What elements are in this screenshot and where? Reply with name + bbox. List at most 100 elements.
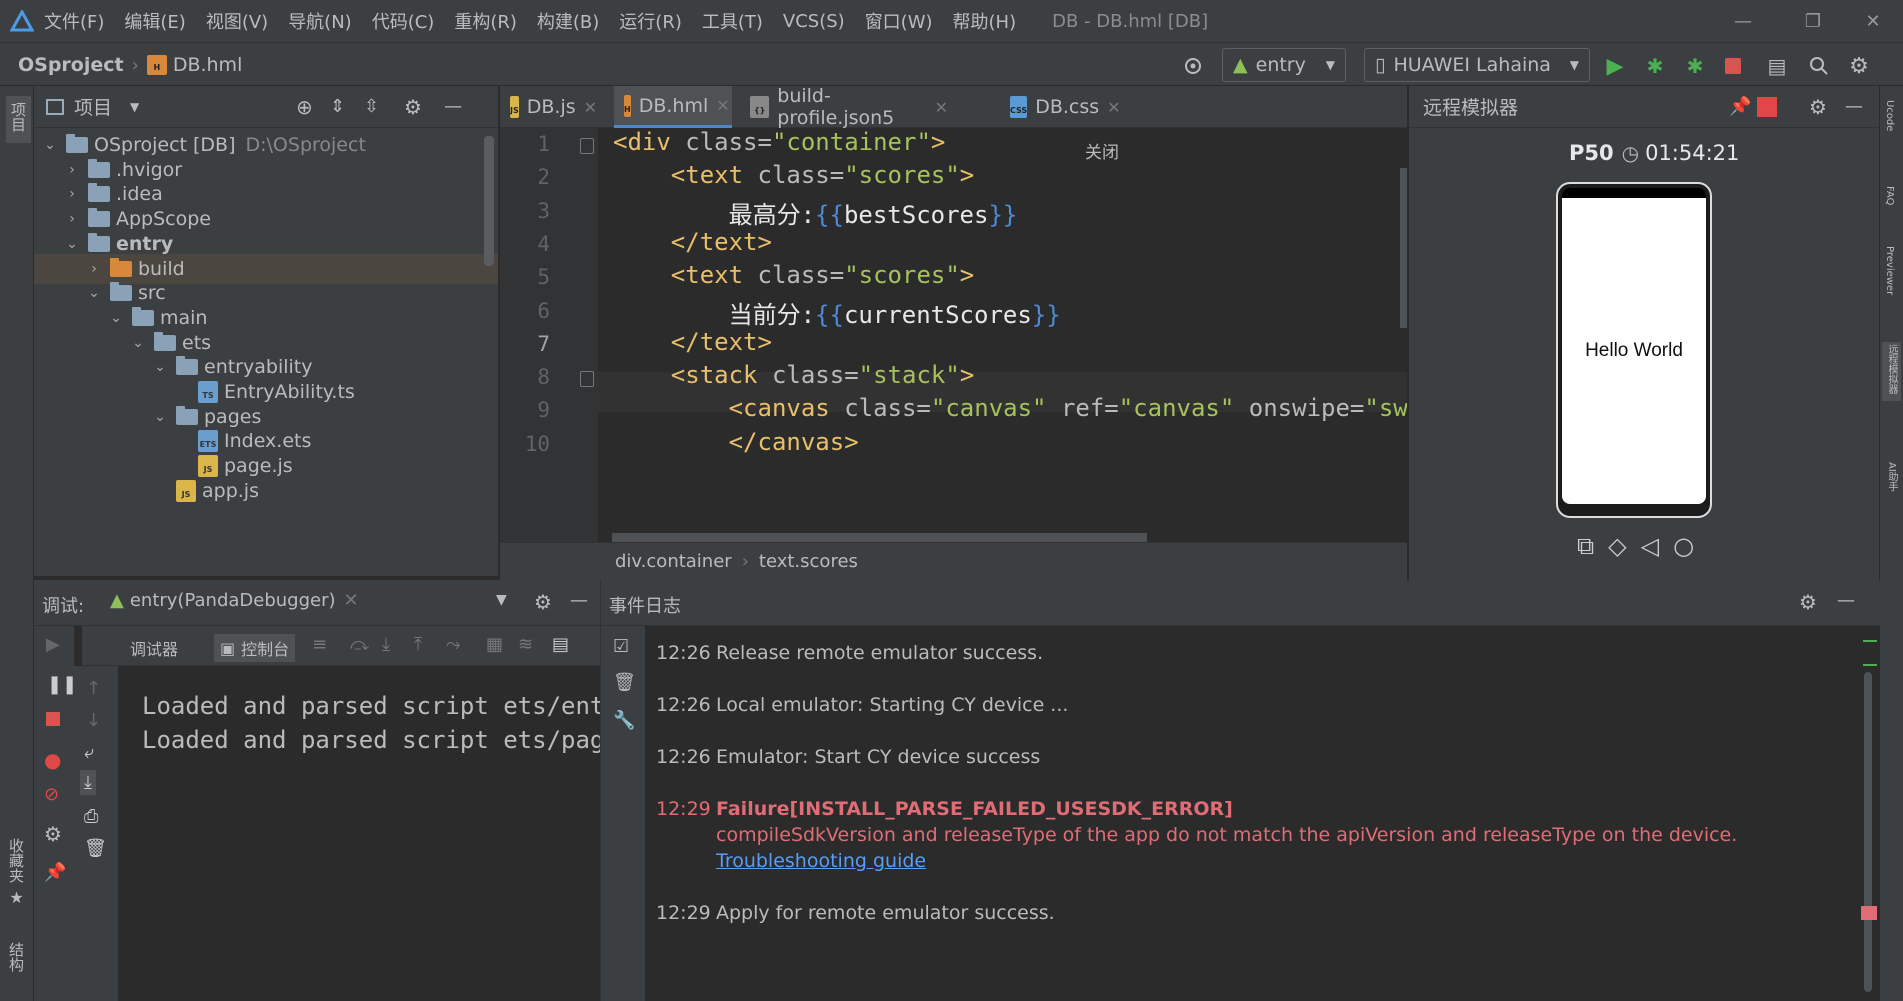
stop-emulator-icon[interactable] [1757,96,1777,117]
settings-gear-icon[interactable]: ⚙ [1799,590,1817,614]
menu-edit[interactable]: 编辑(E) [124,8,185,34]
right-tool-tab[interactable]: AI助手 [1884,462,1899,497]
tab-console[interactable]: ▣ 控制台 [214,634,296,662]
chevron-right-icon[interactable]: › [64,162,80,178]
evaluate-icon[interactable]: ▦ [486,634,503,655]
trash-icon[interactable]: 🗑 [613,672,636,693]
tab-db-css[interactable]: CSS DB.css ✕ [1000,86,1121,128]
chevron-down-icon[interactable]: ⌄ [42,137,58,153]
menu-view[interactable]: 视图(V) [206,8,268,34]
close-tab-icon[interactable]: ✕ [716,96,729,115]
step-out-icon[interactable]: ⤒ [414,634,422,655]
close-hint[interactable]: 关闭 [1085,138,1119,163]
down-arrow-icon[interactable]: ↓ [86,710,101,731]
favorites-tool-tab[interactable]: 收藏夹 ★ [6,838,27,907]
up-arrow-icon[interactable]: ↑ [86,678,101,699]
hide-panel-icon[interactable]: — [570,590,588,611]
trace-icon[interactable]: ≋ [518,634,533,655]
chevron-down-icon[interactable]: ⌄ [64,236,80,252]
device-select[interactable]: ▯ HUAWEI Lahaina ▼ [1364,48,1590,82]
screenshot-icon[interactable]: ⧉ [1577,532,1594,560]
close-tab-icon[interactable]: ✕ [1107,98,1120,117]
tab-db-hml[interactable]: H DB.hml ✕ [614,86,732,128]
run-to-cursor-icon[interactable]: ⤳ [446,634,460,655]
menu-help[interactable]: 帮助(H) [953,8,1017,34]
tab-debugger[interactable]: 调试器 [130,636,178,660]
resume-icon[interactable]: ▶ [46,634,60,655]
hide-panel-icon[interactable]: — [444,96,462,117]
attach-debugger-icon[interactable]: ✱ [1682,53,1708,79]
stop-icon[interactable] [1720,53,1746,79]
layout-icon[interactable]: ▤ [552,634,569,655]
trash-icon[interactable]: 🗑 [84,838,107,859]
target-icon[interactable] [1180,53,1206,79]
chevron-right-icon[interactable]: › [64,211,80,227]
settings-gear-icon[interactable]: ⚙ [1809,95,1827,119]
breadcrumb-item[interactable]: text.scores [759,551,858,572]
close-tab-icon[interactable]: ✕ [344,590,359,611]
run-icon[interactable]: ▶ [1602,53,1628,79]
chevron-down-icon[interactable]: ⌄ [152,409,168,425]
hide-panel-icon[interactable]: — [1845,96,1863,117]
breadcrumb-item[interactable]: div.container [615,551,732,572]
scroll-to-end-icon[interactable]: ⤓ [80,770,96,795]
tab-db-js[interactable]: JS DB.js ✕ [500,86,604,128]
right-tool-tab[interactable]: FAQ [1884,186,1895,210]
view-breakpoints-icon[interactable]: ● [44,748,61,772]
settings-gear-icon[interactable]: ⚙ [404,95,422,119]
right-tool-tab[interactable]: 远程模拟器 [1882,342,1901,401]
settings-gear-icon[interactable]: ⚙ [44,822,62,846]
expand-all-icon[interactable]: ⇕ [330,96,345,117]
stop-icon[interactable] [46,712,60,726]
menu-navigate[interactable]: 导航(N) [288,8,352,34]
right-tool-tab[interactable]: Ucode [1884,100,1895,136]
event-log-scrollbar[interactable] [1864,672,1872,992]
chevron-down-icon[interactable]: ⌄ [130,335,146,351]
menu-window[interactable]: 窗口(W) [865,8,933,34]
pause-icon[interactable]: ❚❚ [47,674,77,695]
pin-icon[interactable]: 📌 [44,862,66,883]
mark-read-icon[interactable]: ☑ [613,636,629,657]
menu-file[interactable]: 文件(F) [44,8,104,34]
close-window-icon[interactable]: ✕ [1843,0,1903,42]
menu-code[interactable]: 代码(C) [372,8,435,34]
tab-build-profile[interactable]: {} build-profile.json5 ✕ [740,85,958,129]
menu-icon[interactable]: ≡ [312,634,327,655]
locate-file-icon[interactable]: ⊕ [296,95,313,119]
project-tool-tab[interactable]: 项目 [6,96,31,143]
rotate-icon[interactable]: ◇ [1608,532,1626,560]
chevron-down-icon[interactable]: ⌄ [86,285,102,301]
chevron-down-icon[interactable]: ▼ [496,592,507,608]
step-over-icon[interactable]: ⤼ [350,634,369,655]
editor-scrollbar[interactable] [1400,168,1407,328]
soft-wrap-icon[interactable]: ⤶ [84,742,94,763]
module-select[interactable]: ▲ entry ▼ [1222,48,1346,82]
menu-vcs[interactable]: VCS(S) [783,11,845,32]
pin-icon[interactable]: 📌 [1729,96,1751,117]
structure-tool-tab[interactable]: 结构 [6,942,27,977]
close-tab-icon[interactable]: ✕ [935,98,948,117]
chevron-right-icon[interactable]: › [86,261,102,277]
menu-run[interactable]: 运行(R) [619,8,682,34]
step-into-icon[interactable]: ⤓ [382,634,390,655]
wrench-icon[interactable]: 🔧 [613,710,635,731]
project-panel-title[interactable]: 项目 [74,93,112,120]
collapse-all-icon[interactable]: ⇳ [364,96,379,117]
home-icon[interactable]: ○ [1673,532,1694,560]
close-tab-icon[interactable]: ✕ [584,98,597,117]
breadcrumb-project[interactable]: OSproject [18,54,124,76]
mute-breakpoints-icon[interactable]: ⊘ [44,784,59,805]
settings-gear-icon[interactable]: ⚙ [534,590,552,614]
code-editor[interactable]: 1 2 3 4 5 6 7 8 9 10 <div class="container"> <tex… [500,128,1407,542]
tree-item[interactable]: JS app.js [34,476,498,506]
search-icon[interactable] [1806,53,1832,79]
tree-scrollbar[interactable] [484,136,494,266]
phone-screen[interactable]: Hello World [1562,198,1706,504]
breadcrumb-file[interactable]: DB.hml [173,54,243,76]
chevron-down-icon[interactable]: ⌄ [152,359,168,375]
menu-tools[interactable]: 工具(T) [702,8,763,34]
debug-session-tab[interactable]: ▲ entry(PandaDebugger) ✕ [110,590,359,611]
editor-h-scrollbar[interactable] [612,533,1147,542]
menu-build[interactable]: 构建(B) [537,8,599,34]
print-icon[interactable]: ⎙ [84,806,98,827]
